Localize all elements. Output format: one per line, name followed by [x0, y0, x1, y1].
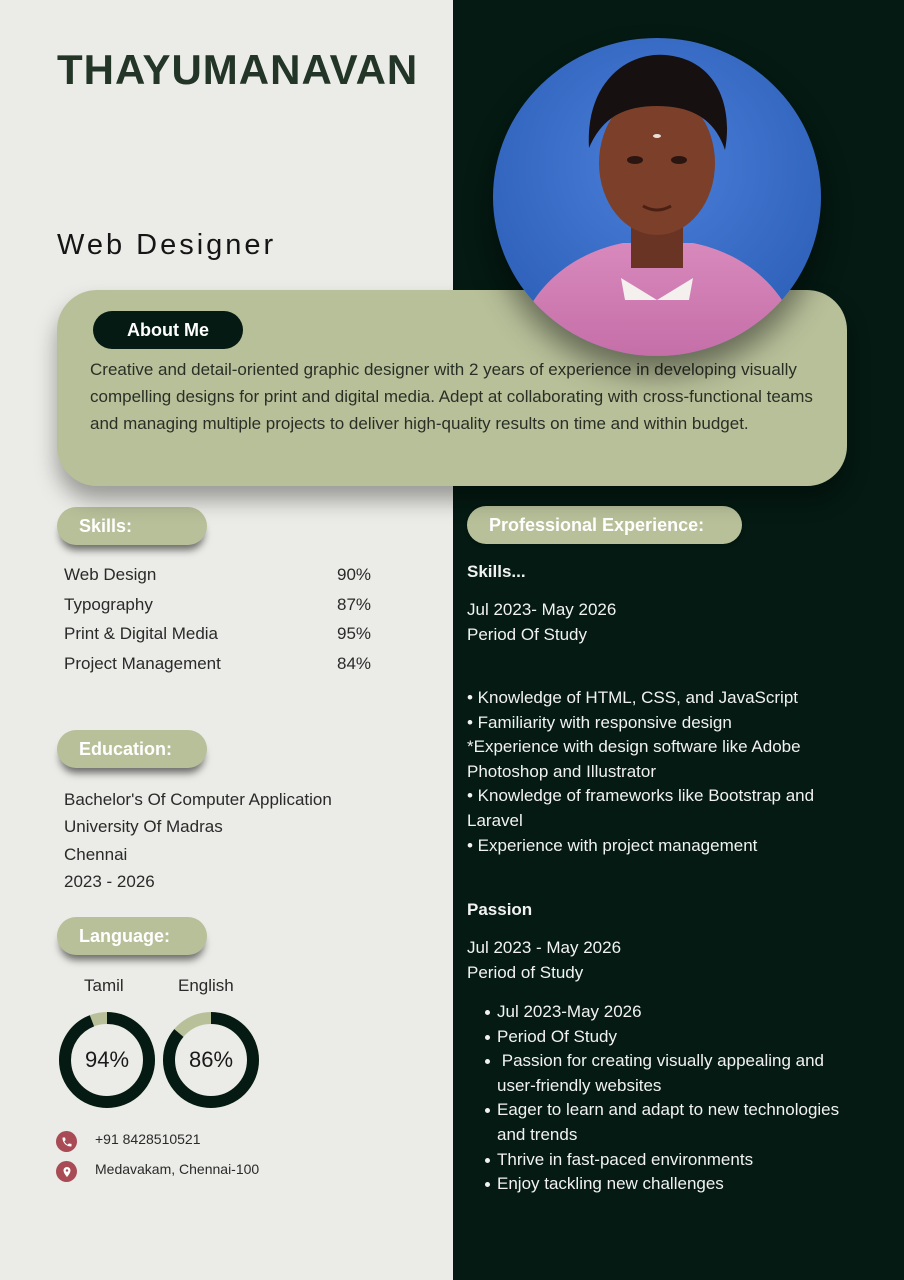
skill-name: Project Management [64, 654, 221, 673]
list-item: Eager to learn and adapt to new technolo… [485, 1098, 857, 1147]
list-item: • Familiarity with responsive design [467, 712, 732, 732]
contact-phone: +91 8428510521 [95, 1131, 201, 1147]
english-percent: 86% [188, 1047, 234, 1072]
tamil-percent: 94% [84, 1047, 130, 1072]
list-item: • Knowledge of HTML, CSS, and JavaScript [467, 688, 798, 707]
experience-skill-list: • Knowledge of HTML, CSS, and JavaScript… [467, 686, 847, 858]
language-heading: Language: [57, 917, 207, 955]
experience-section-title: Skills... [467, 562, 526, 581]
experience-section-title: Passion [467, 900, 533, 919]
skill-name: Web Design [64, 565, 157, 584]
resume-role: Web Designer [57, 229, 277, 261]
skill-percent: 90% [337, 565, 372, 584]
education-years: 2023 - 2026 [64, 872, 155, 891]
language-name-tamil: Tamil [84, 976, 124, 995]
phone-icon [56, 1131, 77, 1152]
language-name-english: English [178, 976, 234, 995]
list-item: Thrive in fast-paced environments [485, 1148, 857, 1173]
list-item: Jul 2023-May 2026 [485, 1000, 857, 1025]
about-text: Creative and detail-oriented graphic des… [90, 360, 813, 433]
education-heading: Education: [57, 730, 207, 768]
skill-row: Web Design 90% [64, 565, 374, 585]
education-university: University Of Madras [64, 817, 223, 836]
skill-name: Print & Digital Media [64, 624, 219, 643]
skill-percent: 87% [337, 595, 372, 614]
experience-date: Jul 2023 - May 2026 [467, 938, 622, 957]
list-item: • Knowledge of frameworks like Bootstrap… [467, 786, 815, 830]
skill-row: Print & Digital Media 95% [64, 624, 374, 644]
list-item: Passion for creating visually appealing … [485, 1049, 857, 1098]
skill-row: Typography 87% [64, 595, 374, 615]
experience-heading: Professional Experience: [467, 506, 742, 544]
list-item: *Experience with design software like Ad… [467, 737, 801, 781]
location-pin-icon [56, 1161, 77, 1182]
profile-photo [493, 38, 821, 356]
education-degree: Bachelor's Of Computer Application [64, 790, 332, 809]
education-city: Chennai [64, 845, 128, 864]
list-item: • Experience with project management [467, 835, 758, 855]
about-heading: About Me [93, 311, 243, 349]
list-item: Enjoy tackling new challenges [485, 1172, 857, 1197]
experience-subtitle: Period of Study [467, 963, 584, 982]
experience-date: Jul 2023- May 2026 [467, 600, 617, 619]
contact-address: Medavakam, Chennai-100 [95, 1161, 260, 1177]
skill-name: Typography [64, 595, 153, 614]
experience-subtitle: Period Of Study [467, 625, 588, 644]
passion-list: Jul 2023-May 2026 Period Of Study Passio… [485, 1000, 857, 1197]
skills-heading: Skills: [57, 507, 207, 545]
list-item: Period Of Study [485, 1025, 857, 1050]
skill-percent: 84% [337, 654, 372, 673]
skill-percent: 95% [337, 624, 372, 643]
skill-row: Project Management 84% [64, 654, 374, 674]
resume-name: THAYUMANAVAN [57, 46, 419, 93]
